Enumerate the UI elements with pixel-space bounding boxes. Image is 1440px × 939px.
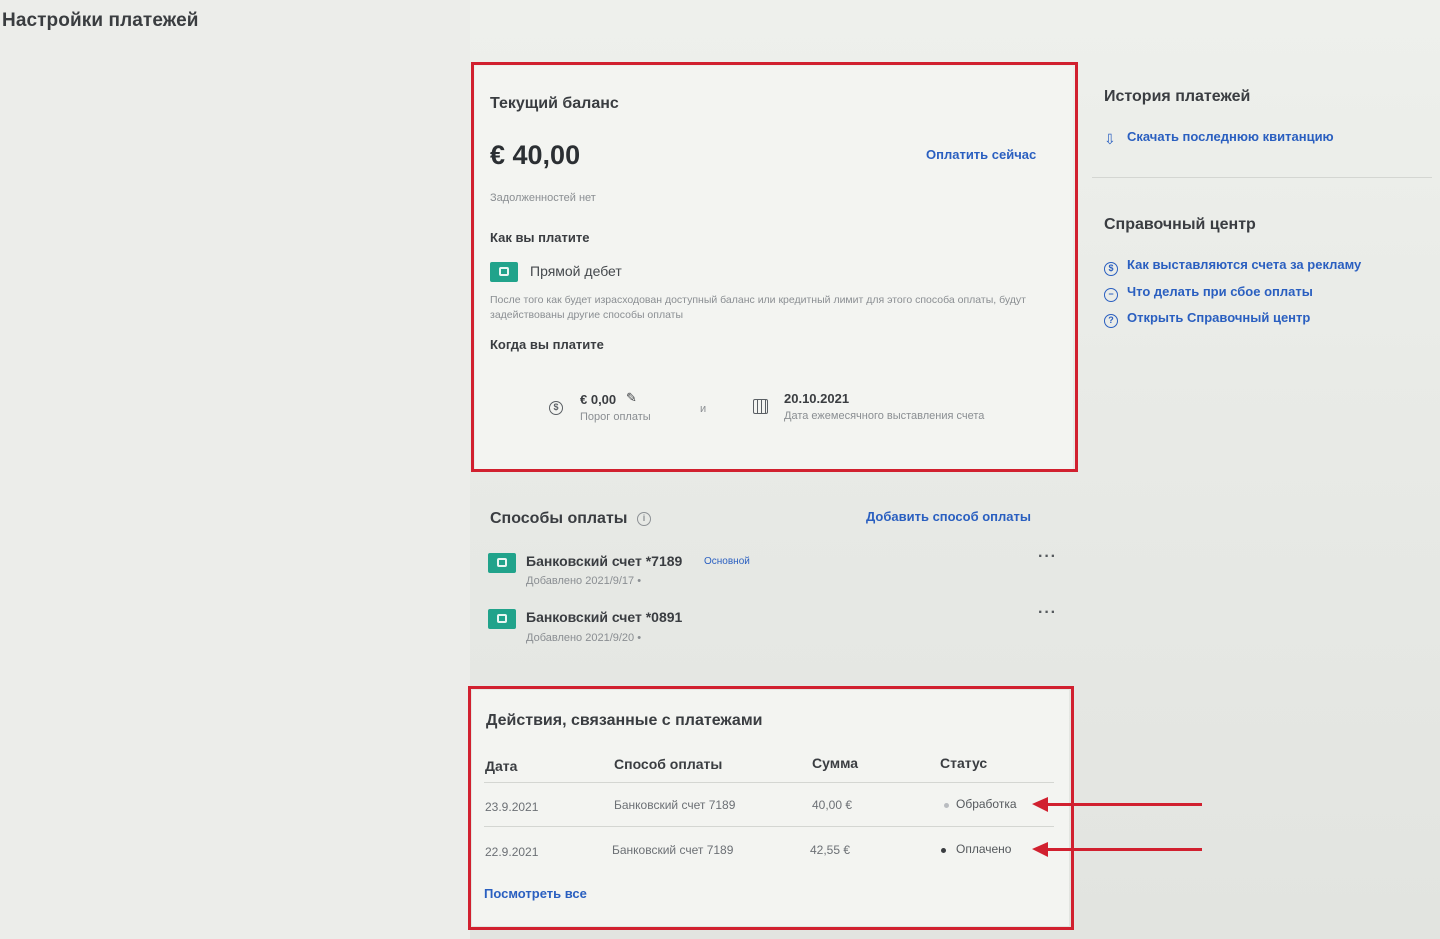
row-method: Банковский счет 7189 — [614, 798, 736, 812]
table-divider — [484, 782, 1054, 783]
payment-method-item-name: Банковский счет *7189 — [526, 553, 683, 569]
payment-method-note: После того как будет израсходован доступ… — [490, 294, 1026, 321]
column-header-date: Дата — [485, 758, 518, 774]
payment-method-item-name: Банковский счет *0891 — [526, 609, 683, 625]
row-date: 23.9.2021 — [485, 800, 539, 814]
how-you-pay-label: Как вы платите — [490, 230, 590, 245]
page-title: Настройки платежей — [2, 10, 199, 31]
status-dot — [944, 803, 949, 808]
pay-now-link[interactable]: Оплатить сейчас — [926, 147, 1036, 162]
view-all-link[interactable]: Посмотреть все — [484, 886, 587, 901]
help-link-open-center[interactable]: Открыть Справочный центр — [1127, 310, 1310, 325]
payment-method-name: Прямой дебет — [530, 263, 622, 279]
status-dot — [941, 848, 946, 853]
activity-title: Действия, связанные с платежами — [486, 712, 763, 729]
row-amount: 40,00 € — [812, 798, 853, 812]
dollar-circle-icon: $ — [549, 401, 563, 415]
billing-date-label: Дата ежемесячного выставления счета — [784, 410, 985, 422]
payment-method-item-added: Добавлено 2021/9/20 • — [526, 632, 642, 644]
column-header-amount: Сумма — [812, 755, 859, 771]
bank-icon — [490, 262, 518, 282]
when-you-pay-label: Когда вы платите — [490, 337, 604, 352]
column-header-status: Статус — [940, 755, 988, 771]
row-amount: 42,55 € — [810, 843, 851, 857]
table-divider — [484, 826, 1054, 827]
add-payment-method-link[interactable]: Добавить способ оплаты — [866, 509, 1031, 524]
row-date: 22.9.2021 — [485, 845, 539, 859]
row-status: Обработка — [956, 797, 1017, 811]
red-arrow — [1032, 842, 1202, 857]
download-icon: ⇩ — [1104, 131, 1116, 147]
row-method: Банковский счет 7189 — [612, 843, 734, 857]
help-center-title: Справочный центр — [1104, 216, 1256, 233]
red-arrow — [1032, 797, 1202, 812]
billing-date-value: 20.10.2021 — [784, 391, 850, 406]
column-header-method: Способ оплаты — [614, 756, 723, 772]
threshold-value: € 0,00 — [580, 392, 617, 407]
bank-icon — [488, 553, 516, 573]
debt-note: Задолженностей нет — [490, 192, 596, 204]
download-receipt-link[interactable]: Скачать последнюю квитанцию — [1127, 129, 1334, 144]
more-options-icon[interactable]: ··· — [1038, 604, 1057, 622]
history-title: История платежей — [1104, 88, 1251, 105]
row-status: Оплачено — [956, 842, 1012, 856]
balance-amount: € 40,00 — [490, 140, 581, 170]
left-pane — [0, 0, 470, 939]
payment-methods-title: Способы оплаты — [490, 510, 628, 527]
bank-icon — [488, 609, 516, 629]
help-question-icon: ? — [1104, 314, 1118, 328]
payment-method-item-added: Добавлено 2021/9/17 • — [526, 575, 642, 587]
payments-settings-page: Настройки платежей Текущий баланс € 40,0… — [0, 0, 1440, 939]
sidebar-divider — [1092, 177, 1432, 178]
joiner-text: и — [700, 403, 707, 415]
calendar-icon — [753, 399, 768, 414]
primary-badge: Основной — [704, 556, 750, 567]
edit-pencil-icon[interactable]: ✎ — [626, 390, 637, 406]
billing-help-icon: $ — [1104, 262, 1118, 276]
threshold-label: Порог оплаты — [580, 411, 651, 423]
help-link-billing[interactable]: Как выставляются счета за рекламу — [1127, 257, 1361, 272]
failed-payment-icon: − — [1104, 288, 1118, 302]
balance-title: Текущий баланс — [490, 95, 619, 112]
info-icon[interactable]: i — [637, 512, 651, 526]
more-options-icon[interactable]: ··· — [1038, 548, 1057, 566]
help-link-failed-payment[interactable]: Что делать при сбое оплаты — [1127, 284, 1313, 299]
